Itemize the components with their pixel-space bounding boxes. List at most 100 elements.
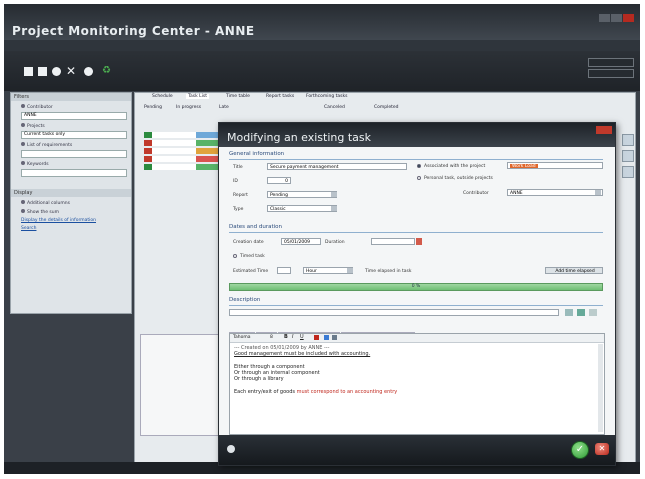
section-general: General information bbox=[229, 151, 285, 157]
table-row[interactable] bbox=[144, 156, 224, 162]
radio-icon[interactable] bbox=[21, 142, 25, 146]
project-value: Work Load bbox=[510, 164, 538, 169]
filter-header: Filters bbox=[11, 93, 131, 101]
new-icon[interactable] bbox=[24, 67, 33, 76]
add-time-button[interactable]: Add time elapsed bbox=[545, 267, 603, 274]
status-filter-late[interactable]: Late bbox=[219, 105, 229, 110]
checkbox-icon bbox=[21, 209, 25, 213]
radio-icon[interactable] bbox=[21, 123, 25, 127]
type-select[interactable]: Classic bbox=[267, 205, 337, 212]
table-row[interactable] bbox=[144, 140, 224, 146]
estimated-label: Estimated Time bbox=[233, 269, 269, 274]
editor-line-blank bbox=[234, 357, 590, 364]
keyword-label: Keywords bbox=[21, 161, 131, 167]
section-divider bbox=[229, 232, 603, 233]
italic-icon[interactable]: I bbox=[292, 334, 293, 340]
editor-line-blank bbox=[234, 382, 590, 389]
radio-icon[interactable] bbox=[21, 161, 25, 165]
cancel-button[interactable]: ✕ bbox=[595, 443, 609, 455]
project-select[interactable]: Current tasks only bbox=[21, 131, 127, 139]
bold-icon[interactable]: B bbox=[284, 334, 288, 340]
tab-task-list[interactable]: Task List bbox=[186, 94, 210, 99]
minimize-button[interactable] bbox=[599, 14, 610, 22]
underline-icon[interactable]: U bbox=[300, 334, 304, 340]
status-filter-pending[interactable]: Pending bbox=[144, 105, 162, 110]
option-columns[interactable]: Additional columns bbox=[21, 200, 131, 206]
chevron-down-icon[interactable] bbox=[595, 190, 601, 195]
delete-icon[interactable]: ✕ bbox=[66, 64, 76, 78]
tab-schedule[interactable]: Schedule bbox=[152, 94, 173, 99]
report-label: Report bbox=[233, 193, 248, 198]
rich-text-editor[interactable]: Tahoma 8 B I U --- Created on 05/01/2009… bbox=[229, 333, 605, 435]
contributor-label: Contributor bbox=[463, 191, 489, 196]
project-select[interactable]: Work Load bbox=[507, 162, 603, 169]
side-button[interactable] bbox=[622, 134, 634, 146]
calendar-icon[interactable] bbox=[416, 238, 422, 245]
status-filter-canceled[interactable]: Canceled bbox=[324, 105, 345, 110]
search-input[interactable] bbox=[588, 58, 634, 67]
font-select[interactable]: Tahoma bbox=[233, 335, 251, 340]
description-input[interactable] bbox=[229, 309, 559, 316]
personal-radio[interactable] bbox=[417, 176, 421, 180]
status-filter-progress[interactable]: In progress bbox=[176, 105, 201, 110]
chevron-down-icon[interactable] bbox=[331, 206, 337, 211]
attach-icon[interactable] bbox=[565, 309, 573, 316]
validate-button[interactable]: ✓ bbox=[571, 441, 589, 459]
help-icon[interactable] bbox=[227, 445, 235, 453]
timed-checkbox[interactable] bbox=[233, 254, 237, 258]
tab-time-table[interactable]: Time table bbox=[226, 94, 250, 99]
check-icon: ✓ bbox=[575, 444, 585, 455]
keyword-input[interactable] bbox=[21, 169, 127, 177]
timed-label: Timed task bbox=[240, 254, 265, 259]
tab-forthcoming[interactable]: Forthcoming tasks bbox=[306, 94, 347, 99]
print-icon[interactable] bbox=[84, 67, 93, 76]
dialog-title-bar: Modifying an existing task bbox=[219, 123, 615, 147]
table-row[interactable] bbox=[144, 148, 224, 154]
editor-scrollbar[interactable] bbox=[598, 344, 603, 432]
size-select[interactable]: 8 bbox=[270, 335, 273, 340]
side-button[interactable] bbox=[622, 150, 634, 162]
radio-icon[interactable] bbox=[21, 104, 25, 108]
search-link[interactable]: Search bbox=[21, 226, 131, 231]
section-description: Description bbox=[229, 297, 261, 303]
status-filter-completed[interactable]: Completed bbox=[374, 105, 399, 110]
edit-icon[interactable] bbox=[52, 67, 61, 76]
estimated-unit-select[interactable]: Hour bbox=[303, 267, 353, 274]
align-icon[interactable] bbox=[324, 335, 329, 340]
filter-panel: Filters Contributor ANNE Projects Curren… bbox=[10, 92, 132, 314]
list-icon[interactable] bbox=[332, 335, 337, 340]
refresh-icon[interactable]: ♻ bbox=[102, 65, 111, 76]
chevron-down-icon[interactable] bbox=[347, 268, 353, 273]
contributor-select[interactable]: ANNE bbox=[21, 112, 127, 120]
creation-date-input[interactable]: 05/01/2009 bbox=[281, 238, 321, 245]
dialog-close-button[interactable] bbox=[596, 126, 612, 134]
contributor-select[interactable]: ANNE bbox=[507, 189, 603, 196]
table-row[interactable] bbox=[144, 164, 224, 170]
section-divider bbox=[229, 159, 603, 160]
checkbox-icon bbox=[21, 200, 25, 204]
associated-radio[interactable] bbox=[417, 164, 421, 168]
id-input[interactable]: 0 bbox=[267, 177, 291, 184]
progress-bar: 0 % bbox=[229, 283, 603, 291]
title-input[interactable]: Secure payment management bbox=[267, 163, 407, 170]
report-select[interactable]: Pending bbox=[267, 191, 337, 198]
maximize-button[interactable] bbox=[611, 14, 622, 22]
search-input-2[interactable] bbox=[588, 69, 634, 78]
save-icon[interactable] bbox=[38, 67, 47, 76]
side-button[interactable] bbox=[622, 166, 634, 178]
table-row[interactable] bbox=[144, 132, 224, 138]
text-color-icon[interactable] bbox=[314, 335, 319, 340]
tab-report[interactable]: Report tasks bbox=[266, 94, 294, 99]
option-sum[interactable]: Show the sum bbox=[21, 209, 131, 215]
close-button[interactable] bbox=[623, 14, 634, 22]
open-icon[interactable] bbox=[577, 309, 585, 316]
end-date-input[interactable] bbox=[371, 238, 415, 245]
details-link[interactable]: Display the details of information bbox=[21, 218, 131, 223]
list-select[interactable] bbox=[21, 150, 127, 158]
chevron-down-icon[interactable] bbox=[331, 192, 337, 197]
estimated-input[interactable] bbox=[277, 267, 291, 274]
type-label: Type bbox=[233, 207, 244, 212]
project-label: Projects bbox=[21, 123, 131, 129]
creation-label: Creation date bbox=[233, 240, 264, 245]
delete-icon[interactable] bbox=[589, 309, 597, 316]
